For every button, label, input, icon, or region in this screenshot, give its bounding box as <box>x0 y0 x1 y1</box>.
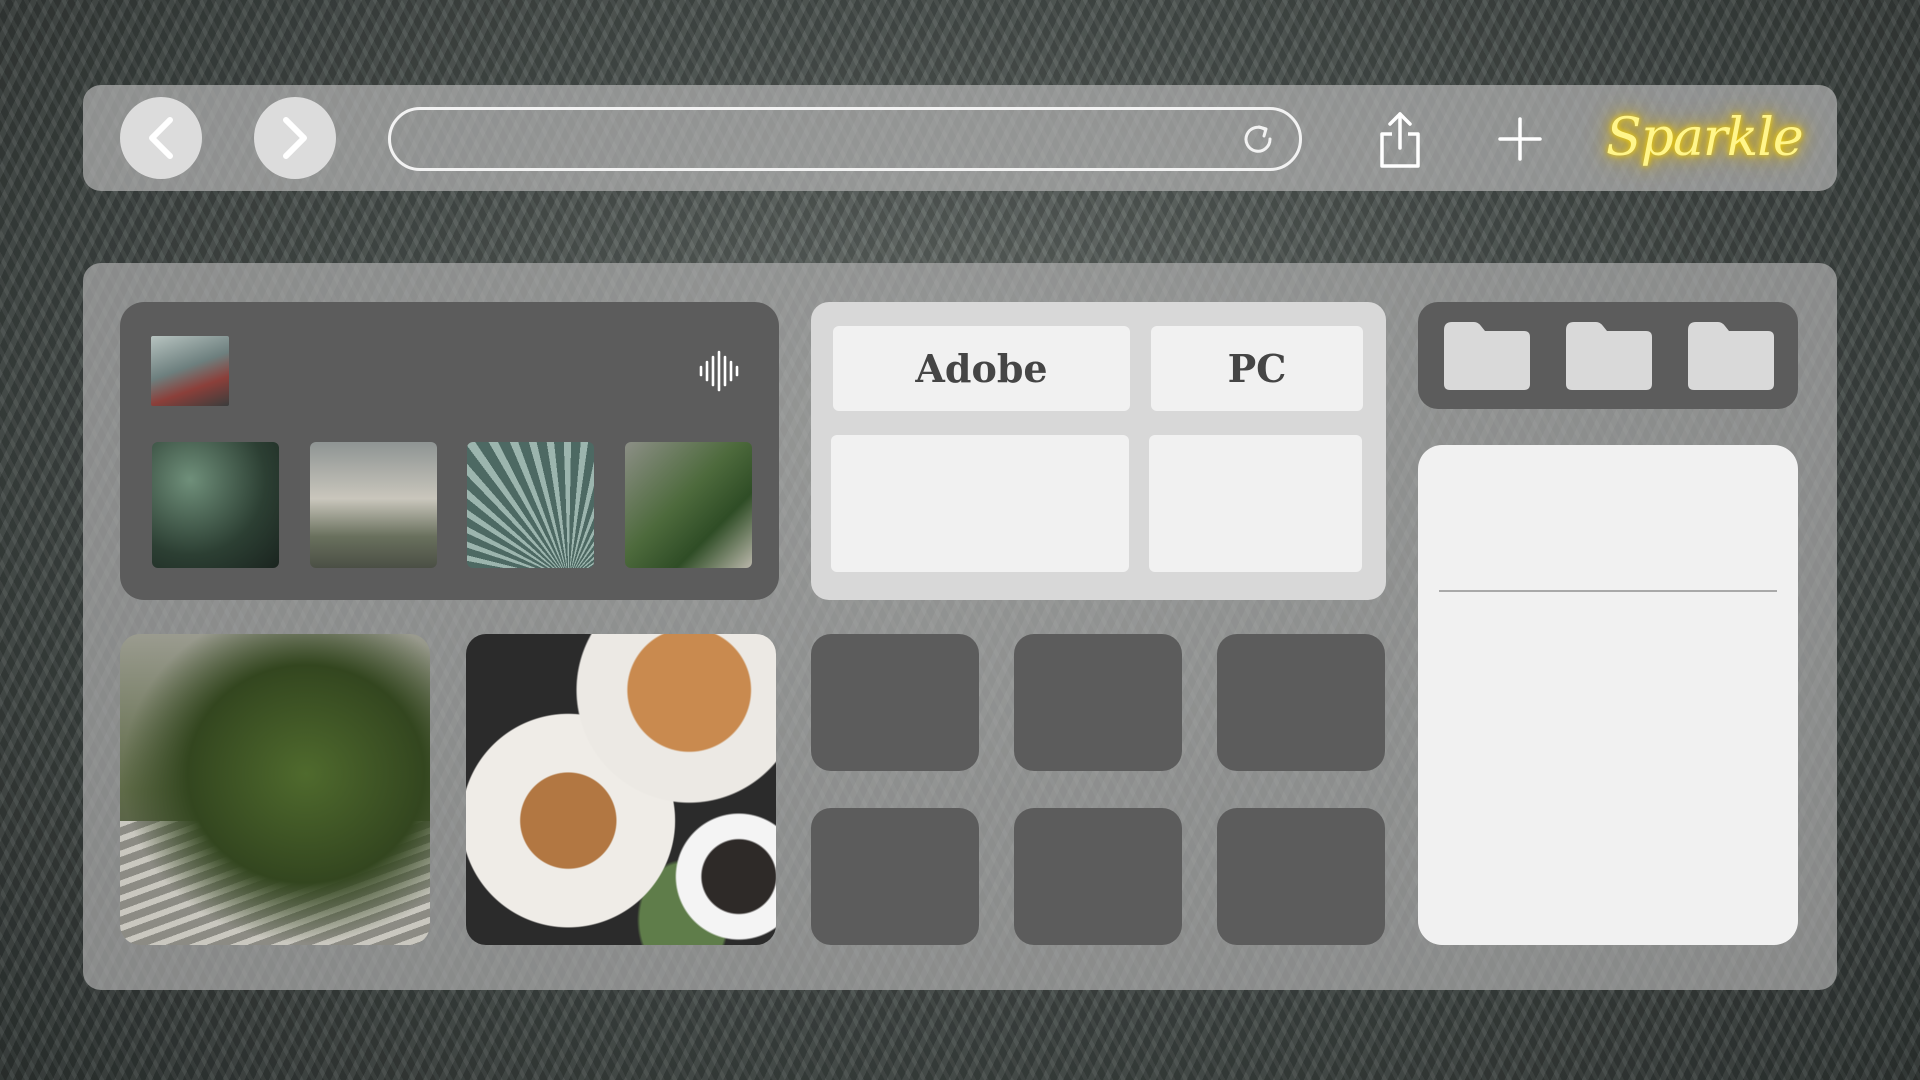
thumbnail-rotunda[interactable] <box>310 442 437 568</box>
thumbnail-palm-leaf[interactable] <box>467 442 594 568</box>
sound-wave-icon[interactable] <box>697 350 741 392</box>
back-button[interactable] <box>120 97 202 179</box>
widget-tile[interactable] <box>811 634 979 771</box>
brand-logo: Sparkle <box>1606 108 1804 168</box>
photo-pancakes[interactable] <box>466 634 776 945</box>
widget-tile[interactable] <box>1217 808 1385 945</box>
widget-tile[interactable] <box>1014 634 1182 771</box>
photo-garden-staircase[interactable] <box>120 634 430 945</box>
thumbnail-leaves[interactable] <box>152 442 279 568</box>
note-divider <box>1439 590 1777 592</box>
share-icon[interactable] <box>1373 110 1427 170</box>
reload-icon[interactable] <box>1238 119 1278 159</box>
empty-app-tile[interactable] <box>831 435 1129 572</box>
widget-tile[interactable] <box>1014 808 1182 945</box>
thumbnail-staircase[interactable] <box>625 442 752 568</box>
address-bar-input[interactable] <box>388 107 1302 171</box>
folder-icon[interactable] <box>1562 316 1655 392</box>
folder-icon[interactable] <box>1440 316 1533 392</box>
album-art[interactable] <box>151 336 229 406</box>
widget-tile[interactable] <box>1217 634 1385 771</box>
chevron-left-icon <box>149 117 173 159</box>
notes-widget[interactable] <box>1418 445 1798 945</box>
pc-app-tile[interactable]: PC <box>1151 326 1363 411</box>
adobe-app-tile[interactable]: Adobe <box>833 326 1130 411</box>
empty-app-tile[interactable] <box>1149 435 1362 572</box>
folder-icon[interactable] <box>1684 316 1777 392</box>
forward-button[interactable] <box>254 97 336 179</box>
plus-icon[interactable] <box>1496 115 1544 163</box>
widget-tile[interactable] <box>811 808 979 945</box>
chevron-right-icon <box>283 117 307 159</box>
